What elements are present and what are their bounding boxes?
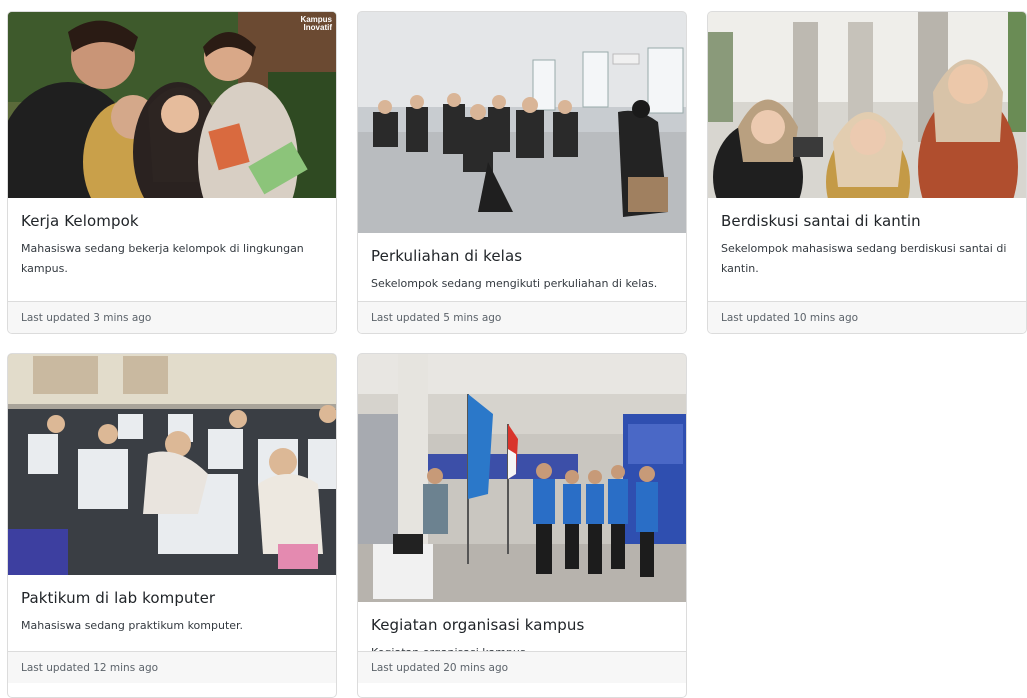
card-text: Mahasiswa sedang bekerja kelompok di lin… xyxy=(21,242,304,275)
card-footer: Last updated 3 mins ago xyxy=(8,301,336,333)
card-text: Mahasiswa sedang praktikum komputer. xyxy=(21,619,244,632)
card-body: Berdiskusi santai di kantin Sekelompok m… xyxy=(708,198,1026,289)
card-title: Kegiatan organisasi kampus xyxy=(371,616,585,634)
card-body: Perkuliahan di kelas Sekelompok sedang m… xyxy=(358,233,686,304)
card-berdiskusi-santai-di-kantin: Berdiskusi santai di kantin Sekelompok m… xyxy=(707,11,1027,334)
card-title: Berdiskusi santai di kantin xyxy=(721,212,921,230)
card-footer: Last updated 12 mins ago xyxy=(8,651,336,683)
card-title: Perkuliahan di kelas xyxy=(371,247,523,265)
card-title: Paktikum di lab komputer xyxy=(21,589,216,607)
card-text: Sekelompok sedang mengikuti perkuliahan … xyxy=(371,277,658,290)
card-text: Sekelompok mahasiswa sedang berdiskusi s… xyxy=(721,242,1007,275)
card-body: Kerja Kelompok Mahasiswa sedang bekerja … xyxy=(8,198,336,289)
card-kegiatan-organisasi-kampus: Kegiatan organisasi kampus Kegiatan orga… xyxy=(357,353,687,698)
card-image-group-work: Kampus Inovatif xyxy=(8,12,336,198)
card-image-organization-event xyxy=(358,354,686,602)
kampus-inovatif-logo: Kampus Inovatif xyxy=(300,15,332,32)
card-paktikum-di-lab-komputer: Paktikum di lab komputer Mahasiswa sedan… xyxy=(7,353,337,698)
card-body: Paktikum di lab komputer Mahasiswa sedan… xyxy=(8,575,336,646)
card-image-classroom xyxy=(358,12,686,233)
card-image-canteen xyxy=(708,12,1026,198)
card-title: Kerja Kelompok xyxy=(21,212,139,230)
card-footer: Last updated 10 mins ago xyxy=(708,301,1026,333)
card-footer: Last updated 5 mins ago xyxy=(358,301,686,333)
card-image-computer-lab xyxy=(8,354,336,575)
card-footer: Last updated 20 mins ago xyxy=(358,651,686,683)
card-perkuliahan-di-kelas: Perkuliahan di kelas Sekelompok sedang m… xyxy=(357,11,687,334)
card-kerja-kelompok: Kampus Inovatif Kerja Kelompok Mahasiswa… xyxy=(7,11,337,334)
